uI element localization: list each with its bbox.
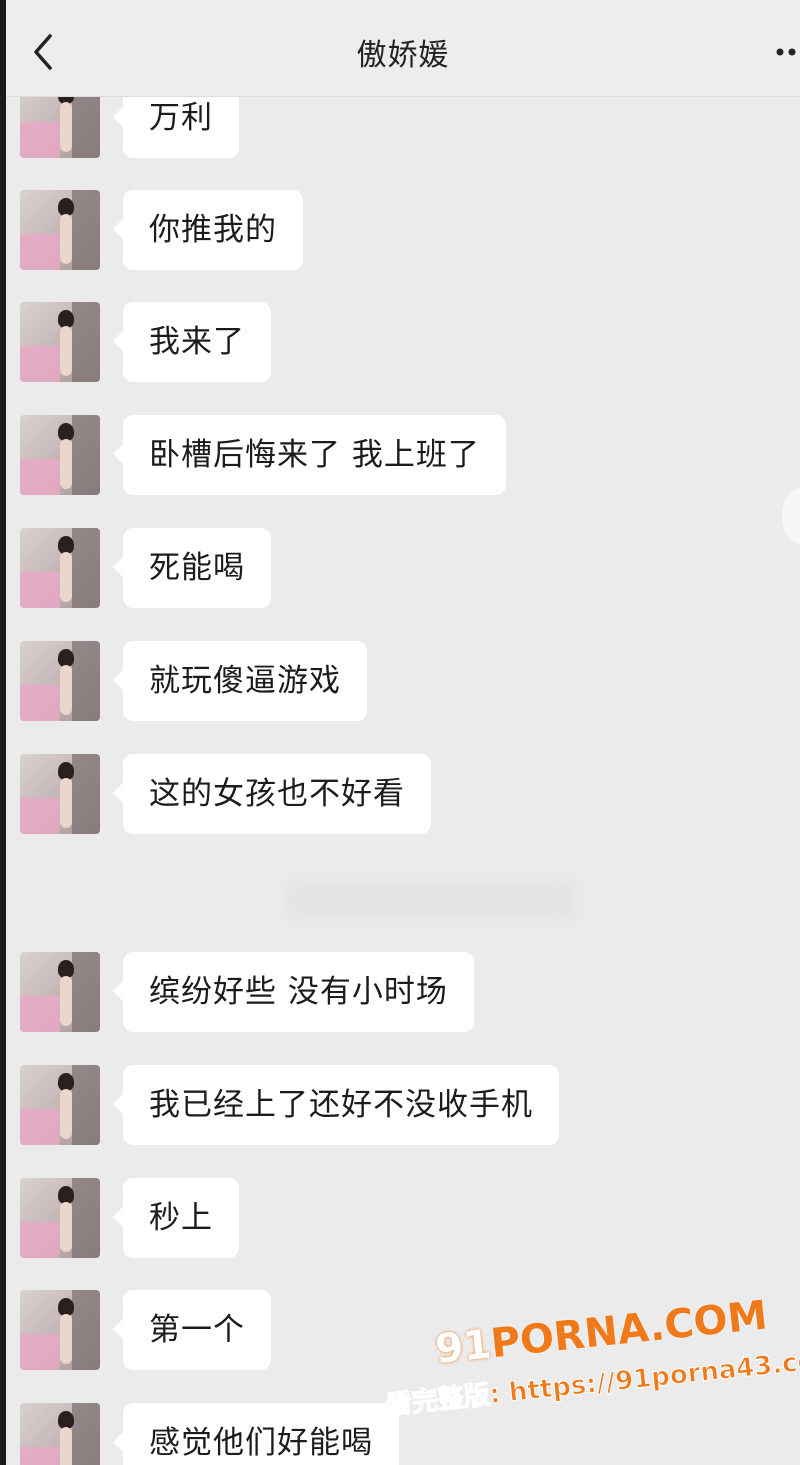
message-bubble[interactable]: 这的女孩也不好看 bbox=[113, 754, 431, 834]
floating-handle[interactable] bbox=[782, 488, 800, 544]
message-bubble[interactable]: 秒上 bbox=[113, 1178, 239, 1258]
chat-screen: 万利 你推我的 我来了 卧槽后悔来了 我上班了 死能喝 就玩傻逼游戏 这的女孩也… bbox=[0, 0, 800, 1465]
message-bubble[interactable]: 我已经上了还好不没收手机 bbox=[113, 1065, 559, 1145]
message-bubble[interactable]: 就玩傻逼游戏 bbox=[113, 641, 367, 721]
avatar[interactable] bbox=[20, 1065, 100, 1145]
avatar[interactable] bbox=[20, 1178, 100, 1258]
message-bubble[interactable]: 卧槽后悔来了 我上班了 bbox=[113, 415, 506, 495]
avatar[interactable] bbox=[20, 952, 100, 1032]
message-bubble[interactable]: 你推我的 bbox=[113, 190, 303, 270]
avatar[interactable] bbox=[20, 641, 100, 721]
avatar[interactable] bbox=[20, 415, 100, 495]
top-nav-bar: 傲娇媛 bbox=[6, 0, 800, 97]
more-dots-icon[interactable] bbox=[774, 40, 800, 64]
avatar[interactable] bbox=[20, 1403, 100, 1465]
avatar[interactable] bbox=[20, 528, 100, 608]
avatar[interactable] bbox=[20, 1290, 100, 1370]
avatar[interactable] bbox=[20, 754, 100, 834]
message-bubble[interactable]: 死能喝 bbox=[113, 528, 271, 608]
message-bubble[interactable]: 感觉他们好能喝 bbox=[113, 1403, 399, 1465]
message-bubble[interactable]: 我来了 bbox=[113, 302, 271, 382]
blurred-timestamp bbox=[286, 882, 576, 918]
message-list[interactable]: 万利 你推我的 我来了 卧槽后悔来了 我上班了 死能喝 就玩傻逼游戏 这的女孩也… bbox=[6, 0, 800, 1465]
message-bubble[interactable]: 第一个 bbox=[113, 1290, 271, 1370]
chat-title: 傲娇媛 bbox=[356, 38, 450, 73]
message-bubble[interactable]: 缤纷好些 没有小时场 bbox=[113, 952, 474, 1032]
avatar[interactable] bbox=[20, 190, 100, 270]
avatar[interactable] bbox=[20, 302, 100, 382]
